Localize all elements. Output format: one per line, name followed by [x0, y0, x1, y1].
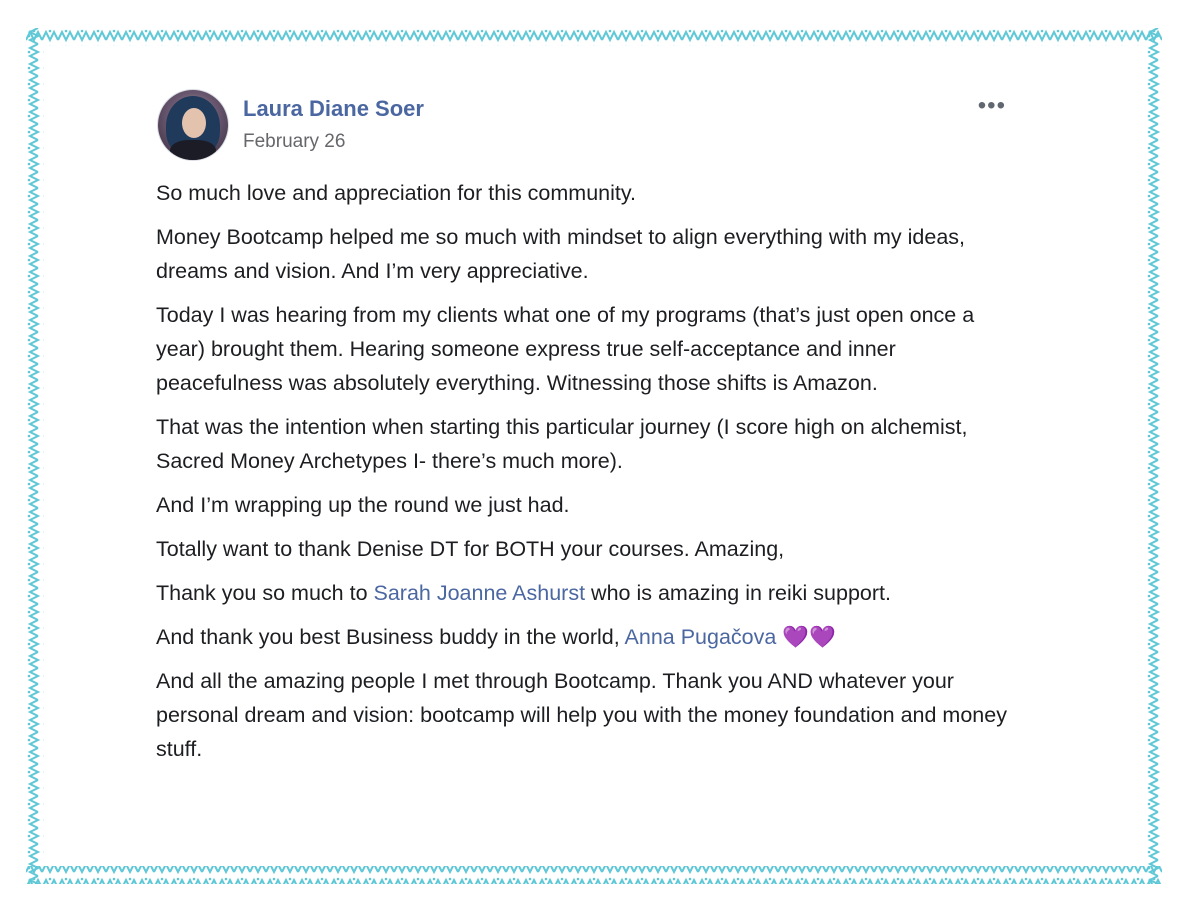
post-paragraph-1: So much love and appreciation for this c…	[156, 181, 637, 205]
post-header: Laura Diane Soer February 26 •••	[156, 88, 1016, 164]
mention-anna-pugacova[interactable]: Anna Pugačova	[625, 625, 777, 649]
avatar-shirt-shape	[170, 140, 216, 160]
post-paragraph-6: Totally want to thank Denise DT for BOTH…	[156, 537, 785, 561]
avatar[interactable]	[158, 90, 228, 160]
post-body: So much love and appreciation for this c…	[156, 176, 1016, 766]
paragraph-8-text-before: And thank you best Business buddy in the…	[156, 625, 625, 649]
post-paragraph-9: And all the amazing people I met through…	[156, 669, 1007, 761]
avatar-face-shape	[182, 108, 206, 138]
author-name-link[interactable]: Laura Diane Soer	[243, 96, 424, 122]
post-paragraph-2: Money Bootcamp helped me so much with mi…	[156, 225, 966, 283]
post-paragraph-5: And I’m wrapping up the round we just ha…	[156, 493, 570, 517]
paragraph-7-text-after: who is amazing in reiki support.	[585, 581, 891, 605]
post-paragraph-4: That was the intention when starting thi…	[156, 415, 968, 473]
purple-heart-emoji-icon: 💜💜	[782, 625, 836, 649]
paragraph-7-text-before: Thank you so much to	[156, 581, 374, 605]
post-card-frame: Laura Diane Soer February 26 ••• So much…	[26, 28, 1162, 884]
post-paragraph-8: And thank you best Business buddy in the…	[156, 620, 1016, 654]
post-paragraph-3: Today I was hearing from my clients what…	[156, 303, 975, 395]
post-paragraph-7: Thank you so much to Sarah Joanne Ashurs…	[156, 576, 1016, 610]
mention-sarah-joanne-ashurst[interactable]: Sarah Joanne Ashurst	[374, 581, 586, 605]
facebook-post: Laura Diane Soer February 26 ••• So much…	[156, 88, 1016, 776]
more-options-icon[interactable]: •••	[978, 92, 1006, 120]
post-date[interactable]: February 26	[243, 131, 345, 153]
